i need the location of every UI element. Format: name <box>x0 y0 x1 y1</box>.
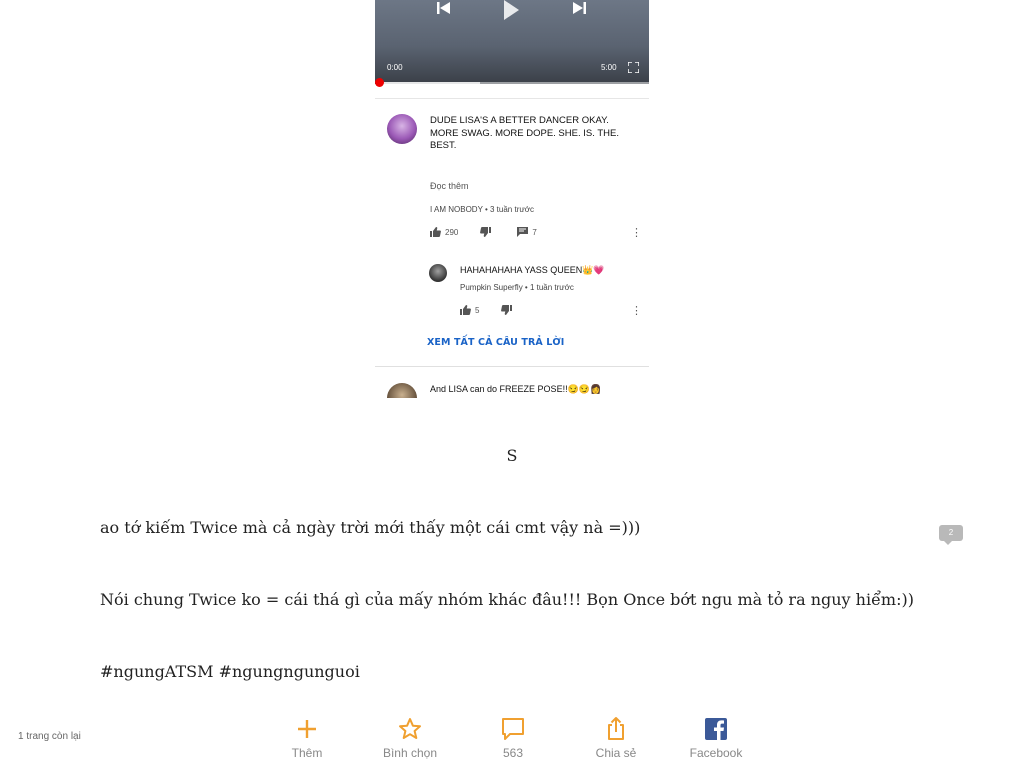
add-button[interactable]: Thêm <box>262 716 352 764</box>
facebook-button[interactable]: Facebook <box>671 716 761 764</box>
video-progress-track[interactable] <box>380 82 649 84</box>
comment-actions: 290 7 <box>430 227 537 237</box>
comment-text: DUDE LISA'S A BETTER DANCER OKAY. MORE S… <box>430 115 619 151</box>
next-track-icon[interactable] <box>570 0 588 16</box>
inline-comment-badge[interactable]: 2 <box>939 525 963 545</box>
see-all-replies-link[interactable]: XEM TẤT CẢ CÂU TRẢ LỜI <box>427 337 564 348</box>
comment-text: And LISA can do FREEZE POSE!!😏😏👩 <box>430 384 602 394</box>
video-progress-fill <box>380 82 480 84</box>
share-label: Chia sẻ <box>595 746 637 760</box>
reply-icon[interactable] <box>517 227 529 237</box>
reply-text: HAHAHAHAHA YASS QUEEN👑💗 <box>460 265 605 275</box>
comment-meta: I AM NOBODY • 3 tuần trước <box>430 205 534 214</box>
like-count: 5 <box>475 305 480 315</box>
video-current-time: 0:00 <box>387 63 403 72</box>
play-icon[interactable] <box>499 0 523 20</box>
avatar[interactable] <box>387 114 417 144</box>
article-paragraph: Nói chung Twice ko = cái thá gì của mấy … <box>100 590 914 609</box>
thumbs-up-icon[interactable] <box>460 305 471 315</box>
article-paragraph: #ngungATSM #ngungngunguoi <box>100 662 360 681</box>
avatar[interactable] <box>387 383 417 398</box>
reply-actions: 5 <box>460 305 516 315</box>
facebook-icon <box>705 718 727 740</box>
reply-count: 7 <box>532 227 537 237</box>
reply-meta: Pumpkin Superfly • 1 tuần trước <box>460 283 574 292</box>
pages-remaining: 1 trang còn lại <box>18 731 81 742</box>
article-paragraph: ao tớ kiếm Twice mà cả ngày trời mới thấ… <box>100 518 641 537</box>
vote-label: Bình chọn <box>382 746 438 760</box>
thumbs-up-icon[interactable] <box>430 227 441 237</box>
read-more-link[interactable]: Đọc thêm <box>430 181 469 191</box>
like-count: 290 <box>445 227 459 237</box>
more-options-icon[interactable]: ⋮ <box>631 227 642 238</box>
comments-count: 563 <box>502 746 524 760</box>
thumbs-down-icon[interactable] <box>480 227 492 237</box>
share-icon <box>608 717 624 740</box>
embedded-screenshot: 0:00 5:00 DUDE LISA'S A BETTER DANCER OK… <box>375 0 649 398</box>
comments-button[interactable]: 563 <box>468 716 558 764</box>
more-options-icon[interactable]: ⋮ <box>631 305 642 316</box>
divider <box>375 98 649 99</box>
add-label: Thêm <box>291 746 323 760</box>
divider <box>375 366 649 367</box>
share-button[interactable]: Chia sẻ <box>571 716 661 764</box>
thumbs-down-icon[interactable] <box>501 305 513 315</box>
video-total-time: 5:00 <box>601 63 617 72</box>
avatar[interactable] <box>429 264 447 282</box>
video-player[interactable]: 0:00 5:00 <box>375 0 649 84</box>
previous-track-icon[interactable] <box>435 0 453 16</box>
vote-button[interactable]: Bình chọn <box>365 716 455 764</box>
article-center-letter: S <box>506 446 518 465</box>
star-icon <box>399 718 421 739</box>
facebook-label: Facebook <box>689 746 743 760</box>
video-scrubber-handle[interactable] <box>375 78 384 87</box>
comment-bubble-icon <box>502 718 524 740</box>
fullscreen-icon[interactable] <box>628 62 639 73</box>
plus-icon <box>298 720 316 738</box>
